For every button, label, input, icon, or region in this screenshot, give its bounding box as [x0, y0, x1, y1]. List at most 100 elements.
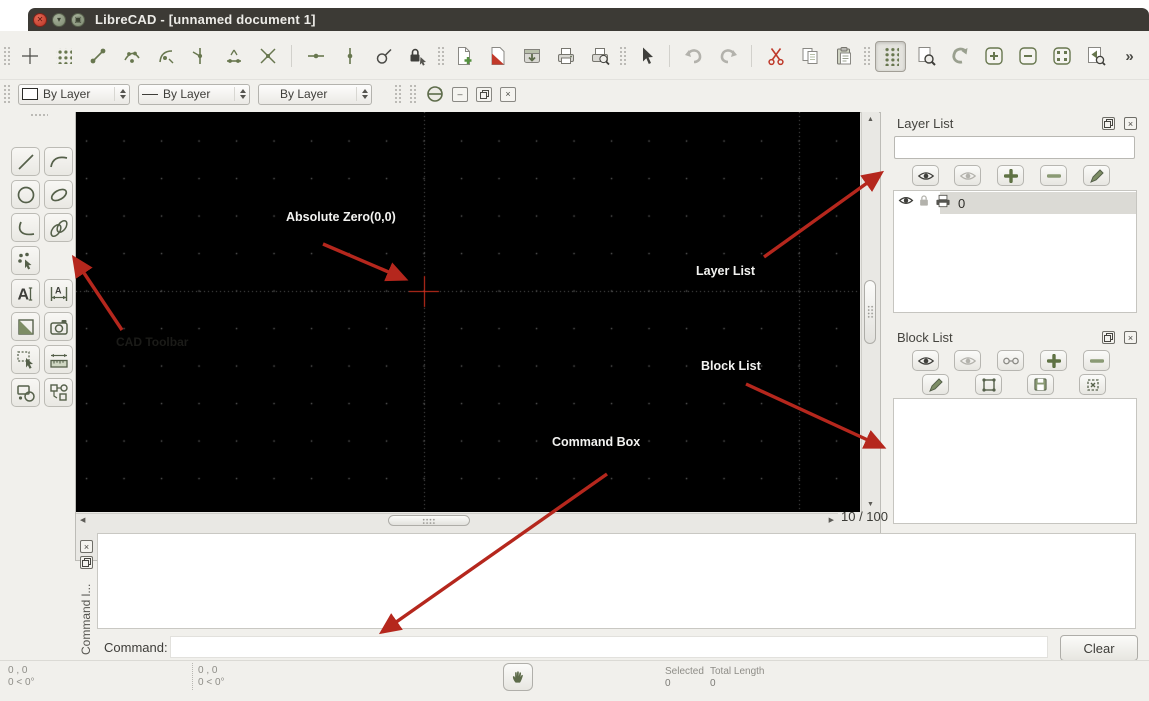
window-close-icon[interactable]: ✕ — [33, 13, 47, 27]
toolbar-drag-handle[interactable] — [619, 46, 626, 66]
snap-endpoint-icon[interactable] — [83, 42, 112, 71]
toolbar-drag-handle[interactable] — [409, 84, 416, 104]
block-panel-close-icon[interactable]: × — [1124, 331, 1137, 344]
scroll-left-icon[interactable]: ◀ — [80, 517, 85, 524]
snap-intersection-icon[interactable] — [253, 42, 282, 71]
show-all-blocks-button[interactable] — [912, 350, 939, 371]
snap-center-icon[interactable] — [151, 42, 180, 71]
hatch-tool-button[interactable] — [11, 312, 40, 341]
drawing-canvas[interactable] — [76, 112, 860, 512]
scroll-right-icon[interactable]: ▶ — [829, 517, 834, 524]
layer-lock-icon[interactable] — [918, 194, 930, 212]
edit-layer-attributes-button[interactable] — [1083, 165, 1110, 186]
image-tool-button[interactable] — [44, 312, 73, 341]
vertical-scroll-thumb[interactable] — [864, 280, 876, 344]
explode-tool-button[interactable] — [44, 378, 73, 407]
insert-block-button[interactable] — [975, 374, 1002, 395]
restrict-horizontal-icon[interactable] — [301, 42, 330, 71]
snap-middle-icon[interactable] — [185, 42, 214, 71]
command-dock-float-icon[interactable] — [80, 556, 93, 569]
undo-icon[interactable] — [679, 42, 708, 71]
copy-icon[interactable] — [795, 42, 824, 71]
layer-print-icon[interactable] — [935, 194, 951, 213]
redraw-icon[interactable] — [945, 42, 974, 71]
command-history[interactable] — [97, 533, 1136, 629]
redo-icon[interactable] — [713, 42, 742, 71]
remove-layer-button[interactable] — [1040, 165, 1067, 186]
layer-panel-close-icon[interactable]: × — [1124, 117, 1137, 130]
relative-zero-icon[interactable] — [369, 42, 398, 71]
toolbar-drag-handle[interactable] — [437, 46, 444, 66]
restrict-vertical-icon[interactable] — [335, 42, 364, 71]
hide-all-blocks-button[interactable] — [954, 350, 981, 371]
spinner-arrows-icon[interactable] — [356, 87, 368, 101]
command-dock-close-icon[interactable]: × — [80, 540, 93, 553]
horizontal-scroll-thumb[interactable] — [388, 515, 470, 526]
zoom-window-icon[interactable] — [911, 42, 940, 71]
show-all-layers-button[interactable] — [912, 165, 939, 186]
cad-toolbar-drag-handle[interactable] — [30, 113, 48, 118]
zoom-out-icon[interactable] — [1013, 42, 1042, 71]
pen-linetype-combobox[interactable]: By Layer — [258, 84, 372, 105]
spinner-arrows-icon[interactable] — [114, 87, 126, 101]
print-preview-icon[interactable] — [585, 42, 614, 71]
new-document-icon[interactable] — [449, 42, 478, 71]
cut-icon[interactable] — [761, 42, 790, 71]
layer-row-0[interactable]: 0 — [894, 192, 1136, 214]
save-document-icon[interactable] — [517, 42, 546, 71]
select-tool-button[interactable] — [11, 345, 40, 374]
remove-block-button[interactable] — [1083, 350, 1110, 371]
spline-tool-button[interactable] — [44, 213, 73, 242]
circle-tool-button[interactable] — [11, 180, 40, 209]
spinner-arrows-icon[interactable] — [234, 87, 246, 101]
toolbar-overflow-icon[interactable]: » — [1115, 42, 1144, 71]
paste-icon[interactable] — [829, 42, 858, 71]
toolbar-drag-handle[interactable] — [3, 46, 10, 66]
zoom-auto-icon[interactable] — [1047, 42, 1076, 71]
open-document-icon[interactable] — [483, 42, 512, 71]
ellipse-tool-button[interactable] — [44, 180, 73, 209]
text-tool-button[interactable]: A — [11, 279, 40, 308]
snap-free-icon[interactable] — [15, 42, 44, 71]
hide-all-layers-button[interactable] — [954, 165, 981, 186]
edit-block-attributes-button[interactable] — [922, 374, 949, 395]
print-icon[interactable] — [551, 42, 580, 71]
canvas-vertical-scrollbar[interactable]: ▲ ▼ — [861, 112, 879, 512]
scroll-down-icon[interactable]: ▼ — [867, 501, 874, 508]
window-minimize-icon[interactable]: ▾ — [52, 13, 66, 27]
polyline-tool-button[interactable] — [11, 213, 40, 242]
arc-tool-button[interactable] — [44, 147, 73, 176]
pen-width-combobox[interactable]: By Layer — [138, 84, 250, 105]
new-block-button[interactable] — [1079, 374, 1106, 395]
snap-on-entity-icon[interactable] — [117, 42, 146, 71]
window-maximize-icon[interactable]: ▣ — [71, 13, 85, 27]
points-tool-button[interactable] — [11, 246, 40, 275]
snap-grid-icon[interactable] — [49, 42, 78, 71]
dimension-tool-button[interactable]: A — [44, 279, 73, 308]
mdi-close-icon[interactable]: × — [500, 87, 516, 102]
command-input[interactable] — [170, 636, 1048, 658]
mdi-minimize-icon[interactable]: – — [452, 87, 468, 102]
save-block-button[interactable] — [1027, 374, 1054, 395]
order-tool-button[interactable] — [11, 378, 40, 407]
scroll-up-icon[interactable]: ▲ — [867, 116, 874, 123]
clear-button[interactable]: Clear — [1060, 635, 1138, 661]
toolbar-drag-handle[interactable] — [863, 46, 870, 66]
grid-toggle-icon[interactable] — [875, 41, 906, 72]
window-titlebar[interactable]: ✕ ▾ ▣ LibreCAD - [unnamed document 1] — [28, 8, 1149, 31]
lock-relative-zero-icon[interactable] — [403, 42, 432, 71]
line-tool-button[interactable] — [11, 147, 40, 176]
layer-panel-float-icon[interactable] — [1102, 117, 1115, 130]
zoom-in-icon[interactable] — [979, 42, 1008, 71]
layer-filter-input[interactable] — [894, 136, 1135, 159]
mdi-restore-icon[interactable] — [476, 87, 492, 102]
toolbar-drag-handle[interactable] — [394, 84, 401, 104]
layer-visible-icon[interactable] — [898, 194, 914, 212]
pen-color-combobox[interactable]: By Layer — [18, 84, 130, 105]
create-block-button[interactable] — [997, 350, 1024, 371]
block-panel-float-icon[interactable] — [1102, 331, 1115, 344]
canvas-horizontal-scrollbar[interactable]: ◀ ▶ — [76, 513, 838, 528]
zoom-previous-icon[interactable] — [1081, 42, 1110, 71]
block-list[interactable] — [893, 398, 1137, 524]
add-layer-button[interactable] — [997, 165, 1024, 186]
